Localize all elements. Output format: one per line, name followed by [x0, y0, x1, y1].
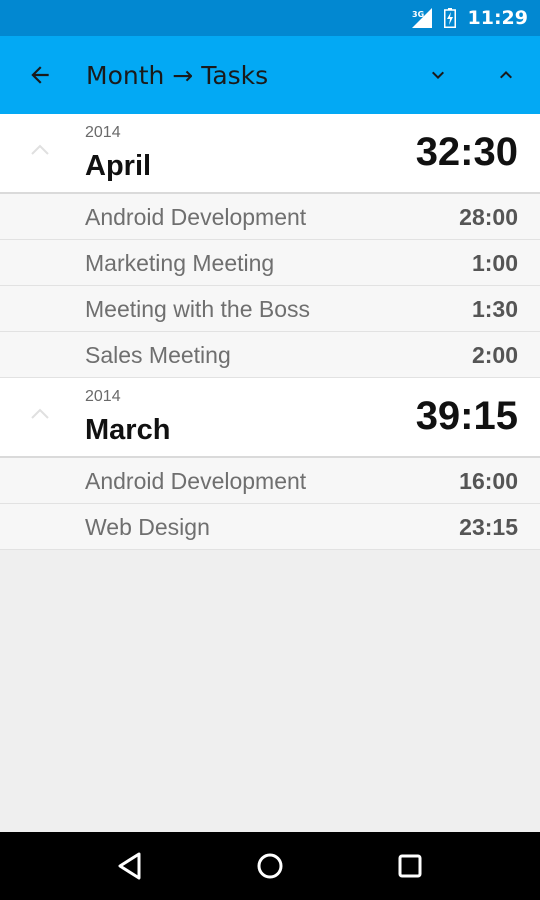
- task-row[interactable]: Android Development 28:00: [0, 194, 540, 240]
- task-duration: 28:00: [459, 204, 518, 230]
- task-name: Web Design: [85, 514, 210, 540]
- status-time: 11:29: [467, 7, 528, 29]
- group-header-march[interactable]: 2014 March 39:15: [0, 378, 540, 458]
- app-bar: Month → Tasks: [0, 36, 540, 114]
- nav-recents-button[interactable]: [380, 836, 440, 896]
- group-header-april[interactable]: 2014 April 32:30: [0, 114, 540, 194]
- group-total: 32:30: [415, 130, 518, 174]
- task-row[interactable]: Meeting with the Boss 1:30: [0, 286, 540, 332]
- task-duration: 2:00: [471, 342, 518, 368]
- page-title: Month → Tasks: [86, 60, 269, 90]
- arrow-back-icon: [31, 66, 49, 84]
- task-name: Sales Meeting: [85, 342, 231, 368]
- signal-icon: 3G: [411, 8, 432, 28]
- expand-all-button[interactable]: [404, 36, 472, 114]
- task-row[interactable]: Sales Meeting 2:00: [0, 332, 540, 378]
- chevron-up-icon: [500, 71, 512, 79]
- task-row[interactable]: Android Development 16:00: [0, 458, 540, 504]
- nav-recents-icon: [398, 854, 422, 878]
- nav-back-icon: [118, 852, 141, 880]
- task-name: Android Development: [85, 468, 307, 494]
- task-name: Android Development: [85, 204, 307, 230]
- nav-home-button[interactable]: [240, 836, 300, 896]
- task-name: Marketing Meeting: [85, 250, 275, 276]
- task-duration: 1:30: [471, 296, 518, 322]
- task-duration: 1:00: [471, 250, 518, 276]
- task-row[interactable]: Marketing Meeting 1:00: [0, 240, 540, 286]
- group-year: 2014: [85, 124, 121, 141]
- chevron-up-icon[interactable]: [26, 140, 54, 160]
- svg-text:3G: 3G: [412, 10, 424, 19]
- nav-back-button[interactable]: [100, 836, 160, 896]
- chevron-down-icon: [432, 71, 444, 79]
- group-month: March: [85, 414, 171, 446]
- status-bar: 3G 11:29: [0, 0, 540, 36]
- collapse-all-button[interactable]: [472, 36, 540, 114]
- system-nav-bar: [0, 832, 540, 900]
- group-month: April: [85, 150, 152, 182]
- battery-icon: [443, 8, 456, 28]
- task-row[interactable]: Web Design 23:15: [0, 504, 540, 550]
- task-name: Meeting with the Boss: [85, 296, 311, 322]
- back-button[interactable]: [0, 36, 80, 114]
- task-duration: 16:00: [459, 468, 518, 494]
- nav-home-icon: [257, 853, 283, 879]
- group-total: 39:15: [415, 394, 518, 438]
- chevron-up-icon[interactable]: [26, 404, 54, 424]
- task-list: 2014 April 32:30 Android Development 28:…: [0, 114, 540, 550]
- task-duration: 23:15: [459, 514, 518, 540]
- group-year: 2014: [85, 388, 121, 405]
